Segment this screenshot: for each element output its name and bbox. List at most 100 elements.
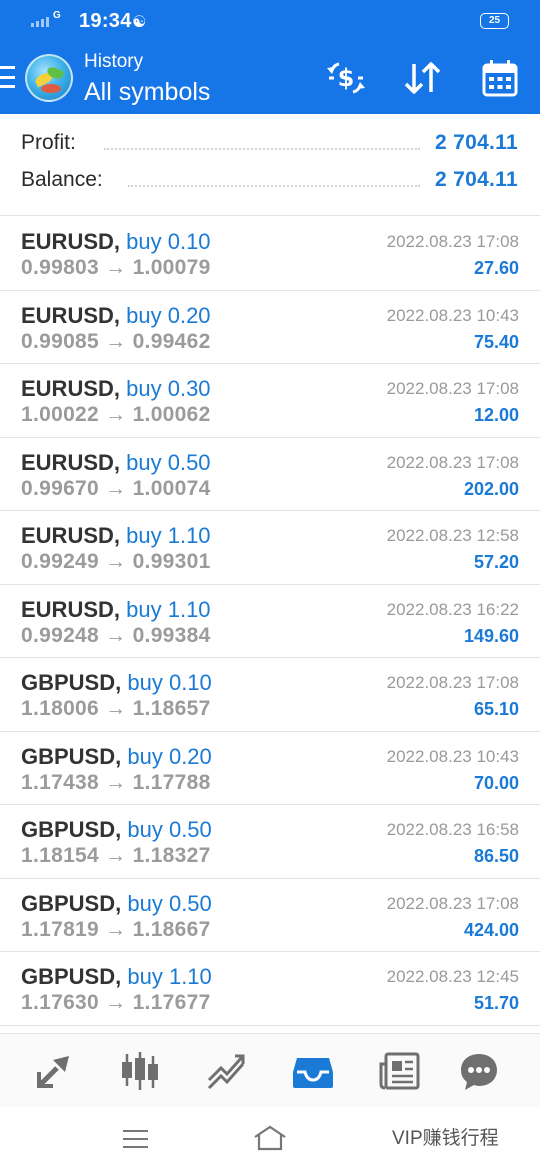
deal-time: 2022.08.23 12:58 [386,526,519,545]
calendar-icon[interactable] [481,58,519,98]
menu-icon[interactable] [0,66,15,88]
app-header: G 19:34 ☯ 25 History All symbols $ [0,0,540,114]
deal-prices: 0.99670 → 1.00074 [21,476,211,500]
deal-profit: 424.00 [463,919,519,940]
deal-symbol-name: EURUSD, [21,596,121,622]
deal-prices: 1.17438 → 1.17788 [21,770,211,794]
deal-prices: 1.18006 → 1.18657 [21,697,211,720]
history-summary: Profit: 2 704.11 Balance: 2 704.11 [0,114,540,216]
deal-symbol-name: EURUSD, [21,449,121,475]
deal-time: 2022.08.23 17:08 [386,893,519,913]
accessibility-icon: ☯ [132,14,147,31]
deals-list[interactable]: EURUSD, buy 0.10 0.99803 → 1.00079 2022.08… [0,217,540,1027]
deal-symbol-name: EURUSD, [21,376,121,401]
deal-row[interactable]: EURUSD, buy 0.10 0.99803 → 1.00079 2022.08… [0,217,540,291]
system-navigation-bar: VIP赚钱行程 [0,1107,540,1170]
deal-side-volume: buy 0.50 [127,817,212,842]
profit-row: Profit: 2 704.11 [0,131,540,161]
deal-prices: 0.99803 → 1.00079 [21,256,211,279]
deal-symbol: EURUSD, buy 0.10 [21,229,211,255]
network-type: G [53,10,61,21]
deal-symbol: EURUSD, buy 1.10 [21,523,211,549]
deal-time: 2022.08.23 17:08 [386,452,519,472]
deal-row[interactable]: EURUSD, buy 0.50 0.99670 → 1.00074 2022.08… [0,438,540,511]
watermark: VIP赚钱行程 [392,1128,499,1149]
deal-symbol-name: GBPUSD, [21,670,122,695]
deal-row[interactable]: GBPUSD, buy 0.10 1.18006 → 1.18657 2022.08… [0,658,540,732]
deal-time: 2022.08.23 17:08 [386,379,519,398]
deal-symbol-name: GBPUSD, [21,743,122,769]
deal-symbol: GBPUSD, buy 1.10 [21,964,212,990]
deal-prices: 1.17630 → 1.17677 [21,991,211,1014]
deal-symbol-name: EURUSD, [21,523,121,548]
deal-symbol-name: GBPUSD, [21,964,122,989]
deal-symbol-name: EURUSD, [21,229,121,254]
profit-label: Profit: [21,131,76,154]
dot-leader [128,185,420,187]
signal-icon [31,17,49,27]
deal-row[interactable]: EURUSD, buy 1.10 0.99248 → 0.99384 2022.08… [0,585,540,658]
quotes-icon[interactable] [33,1050,77,1092]
currency-exchange-icon[interactable]: $ [324,58,368,98]
history-icon[interactable] [291,1050,335,1092]
chart-icon[interactable] [118,1050,162,1092]
deal-row[interactable]: GBPUSD, buy 0.50 1.17819 → 1.18667 2022.08… [0,879,540,952]
deal-profit: 57.20 [473,552,519,572]
balance-value: 2 704.11 [435,168,518,191]
deal-symbol-name: EURUSD, [21,302,121,328]
deal-time: 2022.08.23 17:08 [386,232,519,251]
deal-row[interactable]: GBPUSD, buy 0.20 1.17438 → 1.17788 2022.08… [0,732,540,805]
deal-symbol: GBPUSD, buy 0.50 [21,817,212,843]
home-icon[interactable] [252,1124,288,1152]
deal-symbol: EURUSD, buy 1.10 [21,597,211,623]
deal-row[interactable]: EURUSD, buy 0.30 1.00022 → 1.00062 2022.08… [0,364,540,438]
deal-symbol: GBPUSD, buy 0.50 [21,891,212,917]
status-time: 19:34 [79,10,132,32]
bottom-navigation [0,1033,540,1107]
deal-symbol: EURUSD, buy 0.30 [21,376,211,402]
deal-symbol-name: GBPUSD, [21,890,122,916]
deal-profit: 86.50 [473,846,519,866]
deal-side-volume: buy 1.10 [126,596,211,622]
deal-symbol: GBPUSD, buy 0.20 [21,744,212,770]
deal-time: 2022.08.23 12:45 [386,967,519,986]
deal-row[interactable]: EURUSD, buy 0.20 0.99085 → 0.99462 2022.08… [0,291,540,364]
deal-symbol: GBPUSD, buy 0.10 [21,670,212,696]
deal-side-volume: buy 0.50 [126,449,211,475]
deal-side-volume: buy 0.10 [127,670,212,695]
deal-profit: 65.10 [473,699,519,719]
deal-side-volume: buy 0.20 [126,302,211,328]
deal-side-volume: buy 1.10 [126,523,211,548]
dot-leader [104,148,420,150]
news-icon[interactable] [378,1050,422,1092]
deal-prices: 0.99249 → 0.99301 [21,550,211,573]
deal-prices: 0.99248 → 0.99384 [21,623,211,647]
deal-profit: 70.00 [473,772,519,793]
recent-apps-icon[interactable] [123,1130,148,1148]
status-bar: G 19:34 ☯ 25 [0,0,540,42]
deal-symbol: EURUSD, buy 0.50 [21,450,211,476]
deal-time: 2022.08.23 10:43 [386,305,519,325]
deal-time: 2022.08.23 17:08 [386,673,519,692]
deal-row[interactable]: GBPUSD, buy 0.50 1.18154 → 1.18327 2022.08… [0,805,540,879]
sort-icon[interactable] [402,58,444,98]
deal-profit: 12.00 [473,405,519,425]
page-title[interactable]: All symbols [84,78,210,107]
deal-symbol: EURUSD, buy 0.20 [21,303,211,329]
chat-icon[interactable] [457,1050,501,1092]
deal-side-volume: buy 0.10 [126,229,211,254]
deal-profit: 75.40 [473,331,519,352]
deal-profit: 51.70 [473,993,519,1013]
deal-row[interactable]: EURUSD, buy 1.10 0.99249 → 0.99301 2022.08… [0,511,540,585]
deal-side-volume: buy 0.50 [127,890,212,916]
balance-label: Balance: [21,168,103,191]
deal-row[interactable]: GBPUSD, buy 1.10 1.17630 → 1.17677 2022.08… [0,952,540,1026]
deal-prices: 1.17819 → 1.18667 [21,917,211,941]
profit-value: 2 704.11 [435,131,518,154]
deal-profit: 202.00 [463,478,519,499]
deal-prices: 0.99085 → 0.99462 [21,329,211,353]
trade-icon[interactable] [205,1050,249,1092]
deal-symbol-name: GBPUSD, [21,817,122,842]
deal-side-volume: buy 0.30 [126,376,211,401]
page-subtitle: History [84,51,144,72]
